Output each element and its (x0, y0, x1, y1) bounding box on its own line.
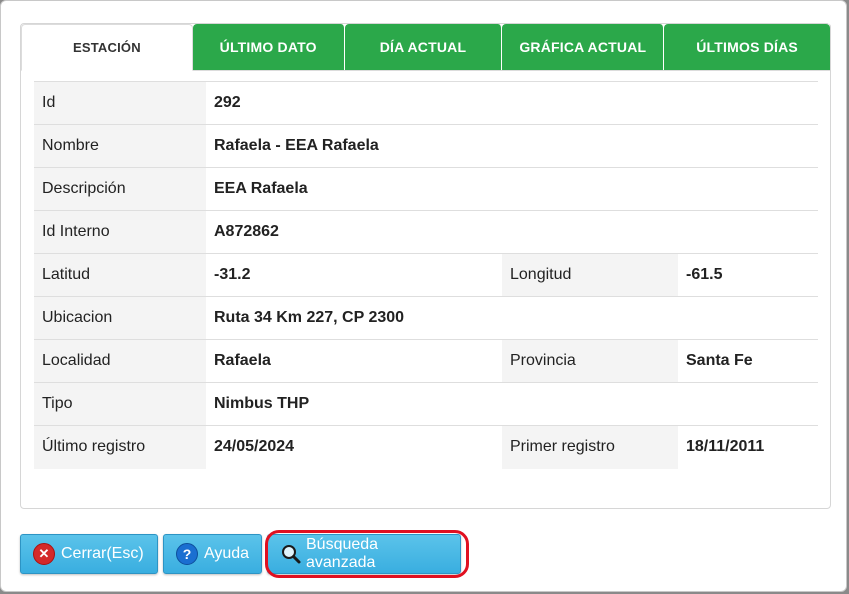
row-value: 292 (206, 81, 818, 125)
row-value: A872862 (206, 210, 818, 254)
row-label: Nombre (34, 124, 206, 168)
table-row: Id Interno A872862 (34, 210, 818, 254)
row-label: Último registro (34, 425, 206, 469)
row-value: Ruta 34 Km 227, CP 2300 (206, 296, 818, 340)
table-row: Latitud -31.2 Longitud -61.5 (34, 253, 818, 297)
row-value-secondary: -61.5 (678, 253, 818, 297)
row-label-secondary: Primer registro (502, 425, 678, 469)
tab-ultimo-dato[interactable]: ÚLTIMO DATO (192, 24, 345, 70)
tab-ultimos-dias[interactable]: ÚLTIMOS DÍAS (664, 24, 830, 70)
row-label: Latitud (34, 253, 206, 297)
table-row: Último registro 24/05/2024 Primer regist… (34, 425, 818, 469)
help-circle-icon: ? (176, 543, 198, 565)
row-label: Ubicacion (34, 296, 206, 340)
ayuda-button[interactable]: ? Ayuda (163, 534, 262, 574)
row-label: Descripción (34, 167, 206, 211)
tab-bar: ESTACIÓN ÚLTIMO DATO DÍA ACTUAL GRÁFICA … (21, 24, 830, 71)
tab-dia-actual[interactable]: DÍA ACTUAL (344, 24, 503, 70)
table-row: Localidad Rafaela Provincia Santa Fe (34, 339, 818, 383)
row-value: EEA Rafaela (206, 167, 818, 211)
close-dialog-icon[interactable]: × (824, 11, 842, 29)
row-value-secondary: Santa Fe (678, 339, 818, 383)
close-circle-icon: ✕ (33, 543, 55, 565)
tab-panel: ESTACIÓN ÚLTIMO DATO DÍA ACTUAL GRÁFICA … (20, 23, 831, 509)
highlight-annotation (265, 530, 469, 578)
row-label: Tipo (34, 382, 206, 426)
tab-estacion[interactable]: ESTACIÓN (21, 24, 193, 71)
table-row: Id 292 (34, 81, 818, 125)
row-label-secondary: Longitud (502, 253, 678, 297)
station-info-table: Id 292 Nombre Rafaela - EEA Rafaela Desc… (34, 81, 818, 469)
row-value: Nimbus THP (206, 382, 818, 426)
cerrar-button[interactable]: ✕ Cerrar(Esc) (20, 534, 158, 574)
row-label: Id Interno (34, 210, 206, 254)
row-label-secondary: Provincia (502, 339, 678, 383)
row-value: -31.2 (206, 253, 502, 297)
ayuda-button-label: Ayuda (204, 545, 250, 562)
row-label: Id (34, 81, 206, 125)
table-row: Tipo Nimbus THP (34, 382, 818, 426)
station-dialog: × ESTACIÓN ÚLTIMO DATO DÍA ACTUAL GRÁFIC… (0, 0, 847, 592)
table-row: Ubicacion Ruta 34 Km 227, CP 2300 (34, 296, 818, 340)
row-value: 24/05/2024 (206, 425, 502, 469)
row-value: Rafaela - EEA Rafaela (206, 124, 818, 168)
row-value-secondary: 18/11/2011 (678, 425, 818, 469)
row-value: Rafaela (206, 339, 502, 383)
table-row: Nombre Rafaela - EEA Rafaela (34, 124, 818, 168)
row-label: Localidad (34, 339, 206, 383)
table-row: Descripción EEA Rafaela (34, 167, 818, 211)
cerrar-button-label: Cerrar(Esc) (61, 545, 144, 562)
tab-grafica-actual[interactable]: GRÁFICA ACTUAL (502, 24, 665, 70)
